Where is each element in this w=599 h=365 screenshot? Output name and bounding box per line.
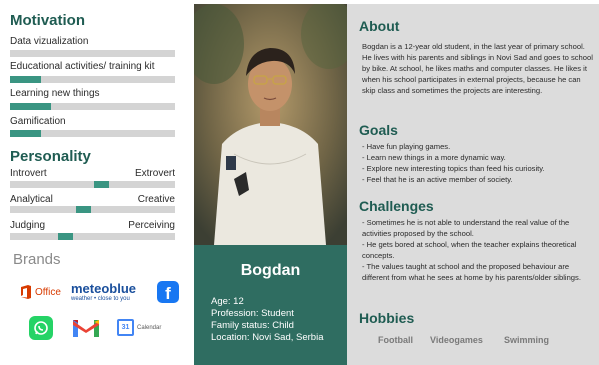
goal-item: - Learn new things in a more dynamic way…: [362, 153, 506, 162]
calendar-label: Calendar: [137, 324, 162, 331]
motivation-label: Data vizualization: [10, 36, 89, 47]
trait-left-label: Judging: [10, 220, 46, 231]
calendar-day: 31: [121, 324, 130, 331]
meteoblue-tagline: weather • close to you: [71, 296, 130, 302]
meteoblue-logo: meteoblue weather • close to you: [71, 282, 136, 303]
motivation-bar-fill: [10, 76, 42, 83]
trait-slider: [10, 181, 175, 188]
goals-list: - Have fun playing games. - Learn new th…: [362, 141, 595, 185]
motivation-bar-fill: [10, 130, 42, 137]
trait-slider: [10, 206, 175, 213]
goal-item: - Explore new interesting topics than fe…: [362, 164, 545, 173]
details-panel: About Bogdan is a 12-year old student, i…: [347, 4, 599, 365]
profile-location: Location: Novi Sad, Serbia: [211, 332, 324, 343]
hobbies-title: Hobbies: [359, 310, 415, 326]
motivation-label: Educational activities/ training kit: [10, 61, 155, 72]
facebook-icon: f: [157, 281, 179, 303]
motivation-title: Motivation: [10, 12, 85, 29]
gmail-envelope-icon: [73, 320, 99, 337]
hobby-item: Swimming: [504, 335, 550, 345]
meteoblue-label: meteoblue: [71, 281, 137, 296]
challenge-item: - The values taught at school and the pr…: [362, 262, 581, 282]
boy-portrait-image: [194, 4, 347, 245]
trait-right-label: Creative: [137, 194, 175, 205]
challenge-item: - Sometimes he is not able to understand…: [362, 218, 570, 238]
persona-photo: [194, 4, 347, 245]
trait-slider: [10, 233, 175, 240]
challenges-list: - Sometimes he is not able to understand…: [362, 217, 595, 283]
goal-item: - Have fun playing games.: [362, 142, 451, 151]
motivation-bar: [10, 50, 175, 57]
trait-left-label: Analytical: [10, 194, 53, 205]
whatsapp-icon: [29, 316, 53, 340]
phone-bubble-icon: [34, 321, 48, 335]
facebook-glyph: f: [165, 284, 171, 303]
trait-slider-knob: [58, 233, 73, 240]
goals-title: Goals: [359, 122, 398, 138]
motivation-label: Gamification: [10, 116, 66, 127]
office-logo: Office: [20, 285, 61, 299]
trait-slider-knob: [94, 181, 109, 188]
left-column: Motivation Data vizualization Educationa…: [0, 0, 186, 365]
hobby-item: Football: [378, 335, 413, 345]
motivation-bar-fill: [10, 103, 52, 110]
profile-profession: Profession: Student: [211, 308, 294, 319]
challenge-item: - He gets bored at school, when the teac…: [362, 240, 577, 260]
calendar-icon: 31: [117, 319, 134, 336]
motivation-label: Learning new things: [10, 88, 100, 99]
motivation-bar: [10, 103, 175, 110]
profile-age: Age: 12: [211, 296, 244, 307]
office-label: Office: [35, 286, 61, 298]
trait-right-label: Extrovert: [134, 168, 175, 179]
trait-left-label: Introvert: [10, 168, 47, 179]
persona-name: Bogdan: [240, 262, 301, 279]
office-icon: [21, 285, 31, 299]
about-text: Bogdan is a 12-year old student, in the …: [362, 42, 593, 95]
challenges-title: Challenges: [359, 198, 434, 214]
motivation-bar: [10, 76, 175, 83]
personality-title: Personality: [10, 148, 91, 165]
trait-right-label: Perceiving: [128, 220, 175, 231]
hobby-item: Videogames: [430, 335, 483, 345]
goal-item: - Feel that he is an active member of so…: [362, 175, 513, 184]
calendar-logo: 31 Calendar: [117, 319, 161, 336]
motivation-bar: [10, 130, 175, 137]
profile-family: Family status: Child: [211, 320, 294, 331]
profile-card: Bogdan Age: 12 Profession: Student Famil…: [194, 245, 347, 365]
gmail-icon: [72, 318, 100, 338]
about-title: About: [359, 18, 400, 34]
brands-title: Brands: [13, 251, 61, 268]
trait-slider-knob: [76, 206, 91, 213]
